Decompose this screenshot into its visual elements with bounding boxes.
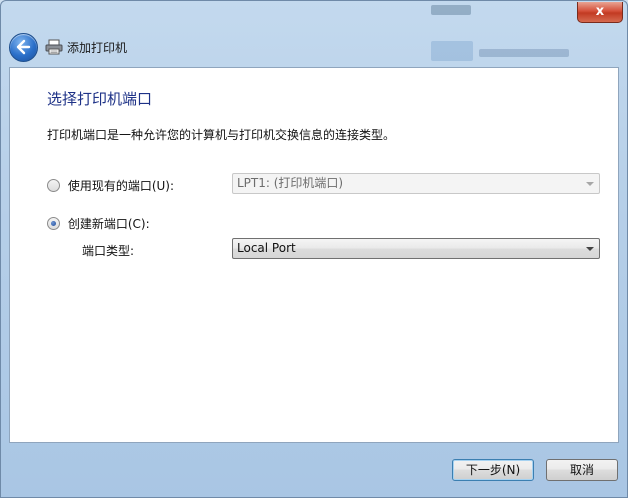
use-existing-port-option[interactable]: 使用现有的端口(U): bbox=[47, 177, 174, 194]
wizard-footer: 下一步(N) 取消 bbox=[1, 443, 627, 497]
close-icon: x bbox=[595, 4, 605, 19]
glass-decoration bbox=[431, 5, 471, 15]
create-new-port-label: 创建新端口(C): bbox=[67, 217, 150, 231]
close-button[interactable]: x bbox=[577, 2, 623, 23]
page-title: 选择打印机端口 bbox=[47, 90, 153, 108]
back-button[interactable] bbox=[9, 33, 38, 62]
cancel-button[interactable]: 取消 bbox=[546, 459, 618, 481]
add-printer-window: x 添加打印机 选择打印机端口 打印机端口是一种允许您的计算机与打印机交换信息的… bbox=[0, 0, 628, 498]
port-type-label: 端口类型: bbox=[82, 244, 135, 258]
port-type-select[interactable]: Local Port bbox=[232, 238, 600, 259]
wizard-content-panel: 选择打印机端口 打印机端口是一种允许您的计算机与打印机交换信息的连接类型。 使用… bbox=[9, 67, 619, 443]
create-new-port-option[interactable]: 创建新端口(C): bbox=[47, 215, 150, 232]
navigation-bar: 添加打印机 bbox=[9, 33, 409, 62]
printer-icon bbox=[45, 39, 63, 55]
existing-port-select-value: LPT1: (打印机端口) bbox=[237, 176, 344, 190]
use-existing-port-label: 使用现有的端口(U): bbox=[67, 179, 175, 193]
use-existing-port-radio[interactable] bbox=[47, 179, 60, 192]
existing-port-select[interactable]: LPT1: (打印机端口) bbox=[232, 173, 600, 194]
window-title: 添加打印机 bbox=[67, 41, 128, 55]
back-arrow-icon bbox=[16, 39, 31, 55]
glass-decoration bbox=[431, 41, 473, 61]
next-button[interactable]: 下一步(N) bbox=[452, 459, 534, 481]
chevron-down-icon bbox=[586, 182, 594, 186]
create-new-port-radio[interactable] bbox=[47, 217, 60, 230]
chevron-down-icon bbox=[586, 247, 594, 251]
glass-decoration bbox=[479, 49, 569, 57]
port-type-select-value: Local Port bbox=[237, 241, 296, 255]
page-description: 打印机端口是一种允许您的计算机与打印机交换信息的连接类型。 bbox=[47, 128, 396, 142]
